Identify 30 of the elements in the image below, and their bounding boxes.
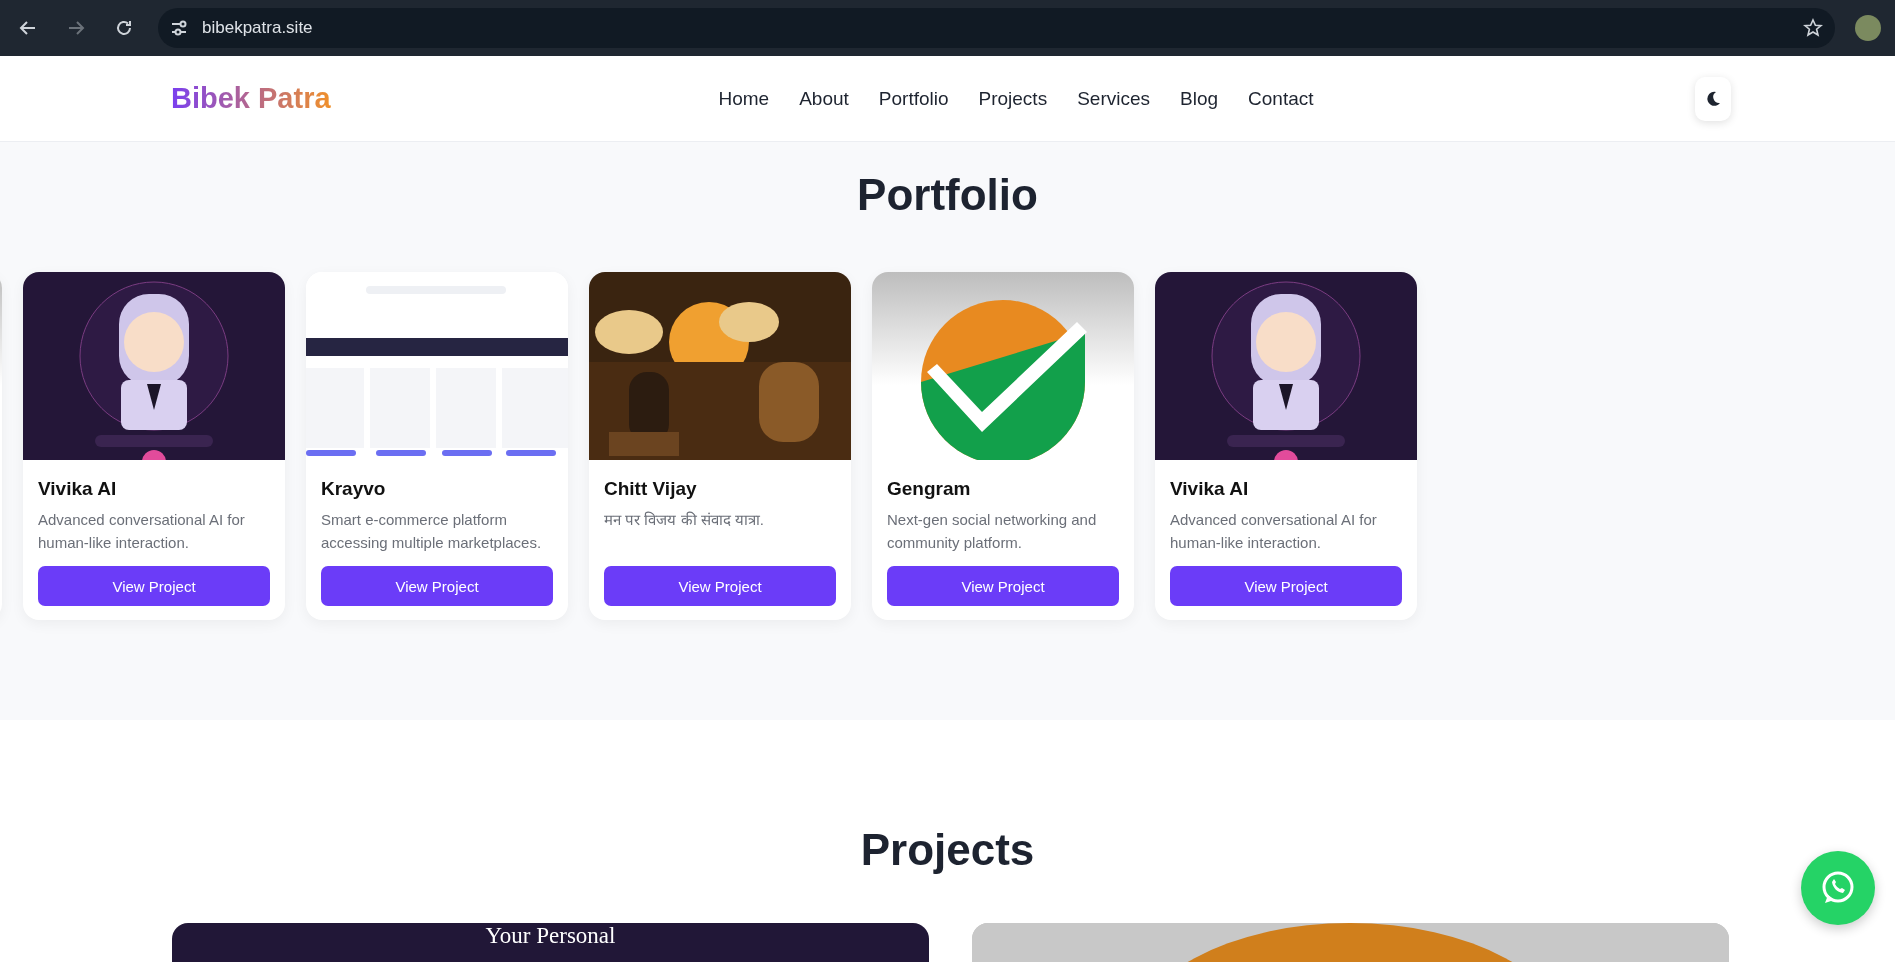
nav-link[interactable]: Projects — [978, 87, 1048, 110]
nav-link[interactable]: Blog — [1180, 87, 1219, 110]
view-project-button[interactable]: View Project — [1170, 566, 1402, 606]
card-title: Krayvo — [321, 478, 387, 500]
card-heading: Your Personal — [485, 923, 616, 950]
card-description: Smart e-commerce platform accessing multiple marketplaces. — [321, 510, 543, 553]
nav-link[interactable]: Services — [1077, 87, 1150, 110]
view-project-button[interactable]: View Project — [38, 566, 270, 606]
nav-link[interactable]: Portfolio — [878, 87, 949, 110]
card-description: Next-gen social networking and community platform. — [887, 510, 1098, 553]
card-description: मन पर विजय की संवाद यात्रा. — [604, 510, 765, 530]
moon-icon — [1704, 89, 1722, 108]
theme-toggle[interactable] — [1695, 76, 1731, 121]
card-description: Advanced conversational AI for human-like interaction. — [38, 510, 246, 553]
card-title: Gengram — [887, 478, 972, 500]
star-icon[interactable] — [1803, 18, 1823, 38]
card-title: Vivika AI — [38, 478, 118, 500]
nav-link[interactable]: Contact — [1248, 87, 1314, 110]
section-title: Portfolio — [856, 170, 1039, 220]
nav-link[interactable]: Home — [718, 87, 770, 110]
card-description: Advanced conversational AI for human-like interaction. — [1170, 510, 1378, 553]
view-project-button[interactable]: View Project — [321, 566, 553, 606]
view-project-button[interactable]: View Project — [604, 566, 836, 606]
nav-link[interactable]: About — [799, 87, 849, 110]
view-project-button[interactable]: View Project — [887, 566, 1119, 606]
section-title: Projects — [859, 825, 1036, 875]
card-title: Chitt Vijay — [604, 478, 698, 500]
card-title: Vivika AI — [1170, 478, 1250, 500]
site-settings-icon[interactable] — [170, 19, 188, 37]
profile-avatar[interactable] — [1855, 15, 1881, 41]
